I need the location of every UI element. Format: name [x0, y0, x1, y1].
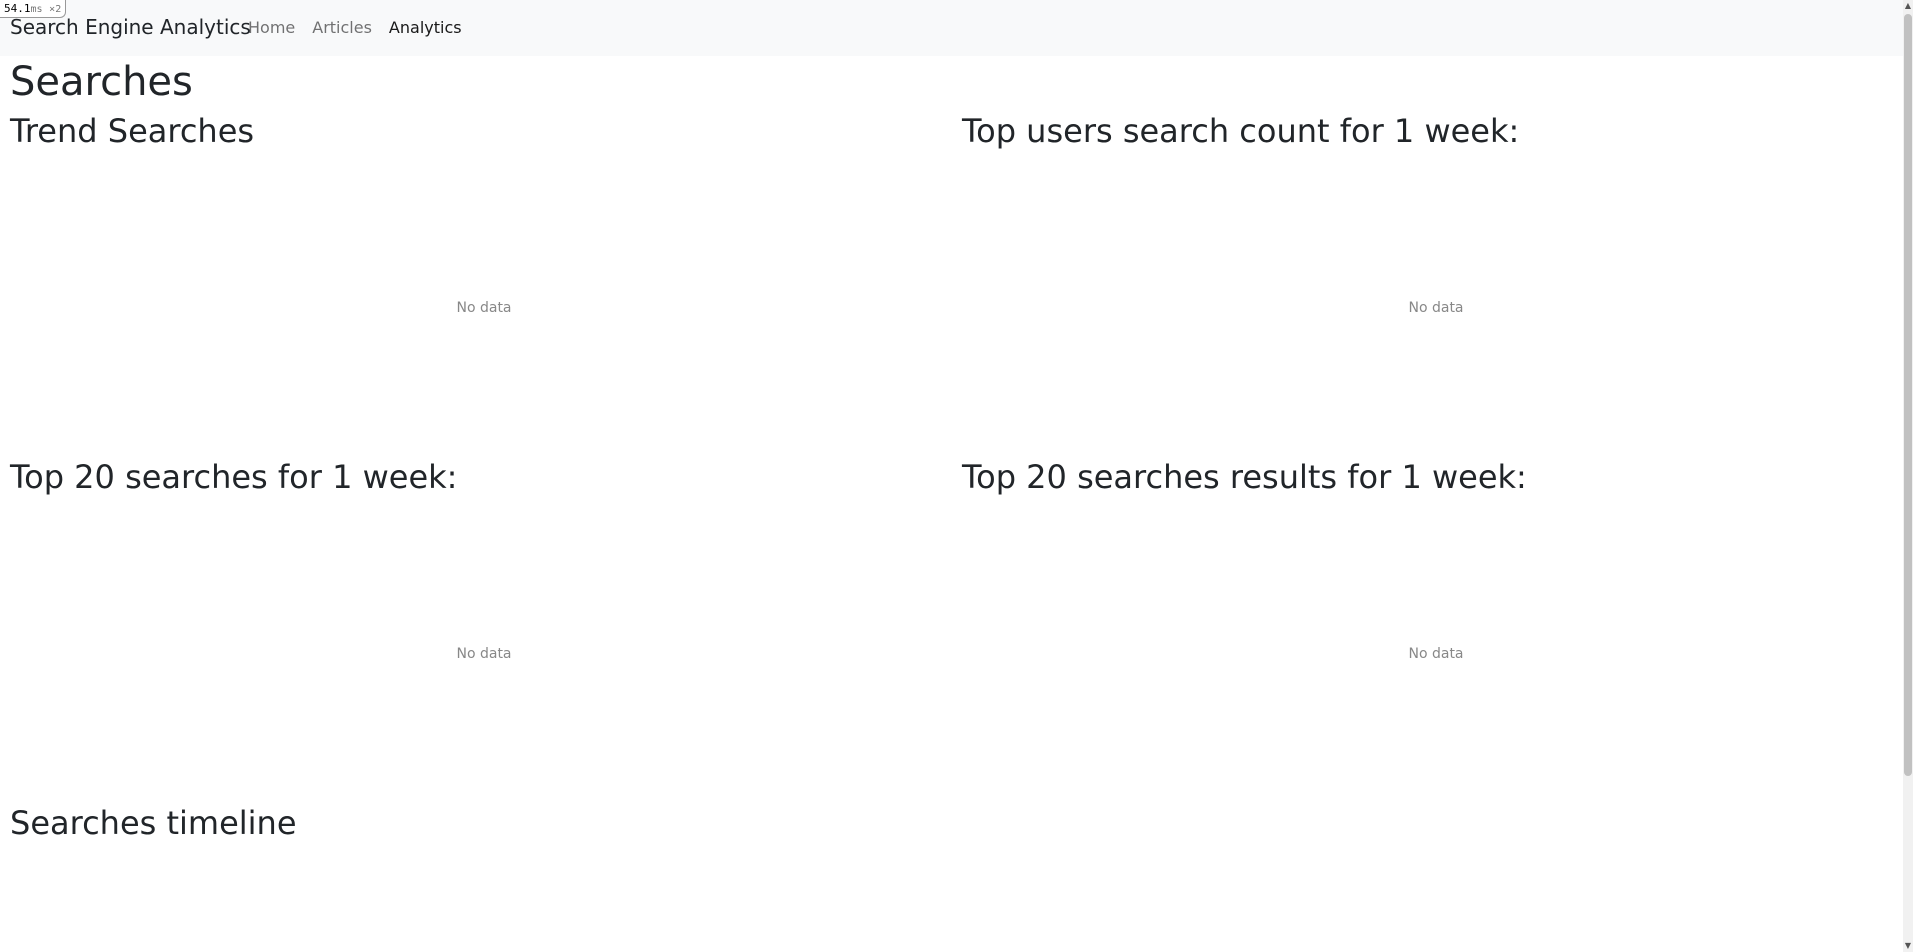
top-users-chart: No data [962, 150, 1910, 450]
panel-top-users: Top users search count for 1 week: No da… [962, 112, 1910, 450]
nav-link-home[interactable]: Home [248, 18, 295, 37]
panel-title: Trend Searches [10, 112, 255, 150]
perf-multiplier: ×2 [49, 4, 62, 15]
perf-unit: ms [30, 4, 43, 15]
panel-trend-searches: Trend Searches No data [10, 112, 958, 450]
panel-title: Top 20 searches for 1 week: [10, 458, 458, 496]
nav-link-analytics[interactable]: Analytics [389, 18, 462, 37]
panel-searches-timeline: Searches timeline [10, 804, 958, 842]
panel-title: Top 20 searches results for 1 week: [962, 458, 1527, 496]
panel-top-search-results: Top 20 searches results for 1 week: No d… [962, 458, 1910, 796]
scroll-down-icon[interactable]: ▼ [1903, 940, 1913, 952]
navbar: Search Engine Analytics Home Articles An… [0, 0, 1903, 56]
panel-top-searches: Top 20 searches for 1 week: No data [10, 458, 958, 796]
nav-link-articles[interactable]: Articles [312, 18, 372, 37]
perf-value: 54.1 [4, 2, 31, 15]
nav-links: Home Articles Analytics [248, 18, 462, 37]
panel-title: Searches timeline [10, 804, 297, 842]
top-searches-chart: No data [10, 496, 958, 796]
top-search-results-chart: No data [962, 496, 1910, 796]
page-title: Searches [10, 59, 193, 105]
no-data-label: No data [1408, 300, 1464, 317]
trend-searches-chart: No data [10, 150, 958, 450]
navbar-brand[interactable]: Search Engine Analytics [10, 15, 251, 39]
scroll-up-icon[interactable]: ▲ [1903, 0, 1913, 12]
vertical-scrollbar[interactable]: ▲ ▼ [1903, 0, 1913, 952]
no-data-label: No data [456, 300, 512, 317]
no-data-label: No data [456, 646, 512, 663]
scrollbar-thumb[interactable] [1904, 14, 1912, 776]
no-data-label: No data [1408, 646, 1464, 663]
perf-badge: 54.1ms ×2 [0, 0, 67, 18]
panel-title: Top users search count for 1 week: [962, 112, 1520, 150]
